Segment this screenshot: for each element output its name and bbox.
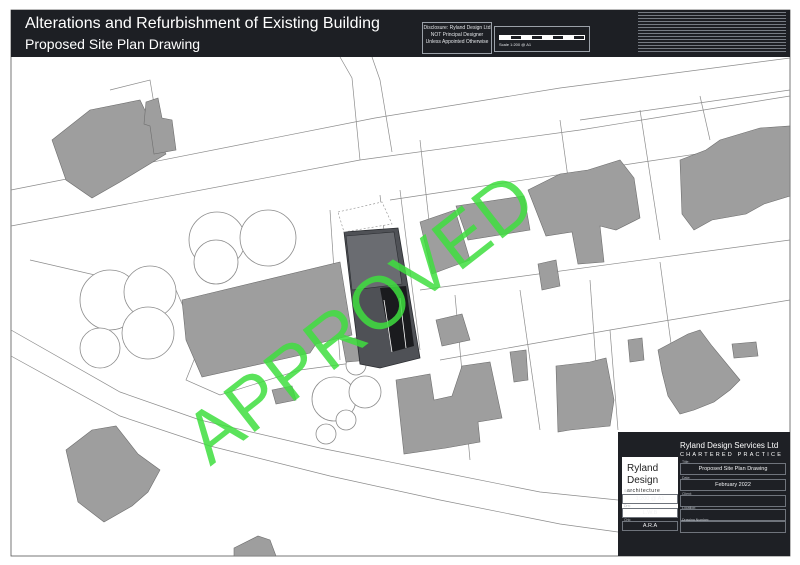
building [65,425,161,523]
tree [193,239,239,285]
scale-caption: Scale 1:200 @ A1 [499,42,532,47]
building [509,349,529,383]
checked-by-field: A.R.A [622,521,678,531]
site-plan-sheet: Alterations and Refurbishment of Existin… [0,0,800,565]
drawing-subtitle: Proposed Site Plan Drawing [25,36,201,52]
drawn-by-field: L.W.B [622,508,678,518]
building [627,337,645,363]
company-name: Ryland Design Services Ltd [680,441,779,450]
building [233,535,277,557]
tree [335,409,357,431]
drawing-notes [638,12,786,55]
disclaimer-line: NOT Principal Designer [430,32,484,38]
scale-field: 1:200 @ A1 [622,494,678,504]
disclaimer-line: Disclosure: Ryland Design Ltd [423,25,491,31]
building [435,313,471,347]
practice-label: CHARTERED PRACTICE [680,452,784,458]
building [731,341,759,359]
building [537,259,561,291]
logo-line: Design [627,475,659,486]
designer-disclaimer: Disclosure: Ryland Design Ltd NOT Princi… [422,22,492,54]
tree [348,375,382,409]
date-field: February 2022 [680,479,786,491]
drawing-title: Alterations and Refurbishment of Existin… [25,15,380,32]
logo-line: Ryland [627,463,659,474]
tree [315,423,337,445]
tree [121,306,175,360]
tree [239,209,297,267]
building [679,125,791,231]
scale-bar [499,35,585,40]
disclaimer-line: Unless Appointed Otherwise [425,39,489,45]
scale-bar-box: Scale 1:200 @ A1 [494,26,590,52]
tree [79,327,121,369]
field-label: Scale: [624,489,634,493]
building [657,329,741,415]
drawing-title-field: Proposed Site Plan Drawing [680,463,786,475]
drawing-number-field [680,521,786,533]
building [527,159,641,265]
title-block: Ryland Design architecture Ryland Design… [618,432,790,556]
building [395,361,503,455]
building [555,357,615,433]
